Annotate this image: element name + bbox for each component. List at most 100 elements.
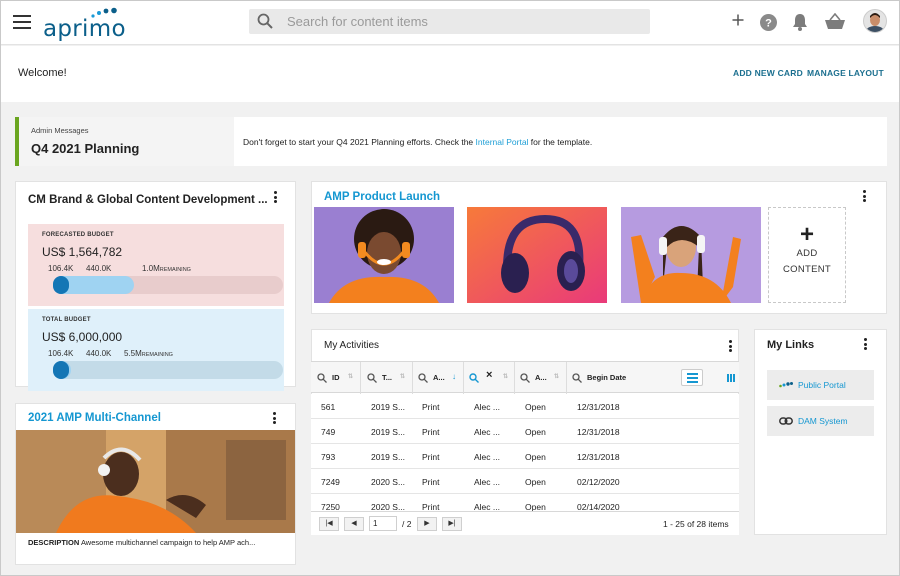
table-cell: Print xyxy=(422,502,440,511)
add-content-label-2: CONTENT xyxy=(782,264,831,275)
total-remaining: 5.5MREMAINING xyxy=(124,349,173,358)
total-progress-bar xyxy=(53,361,283,379)
column-header-begin-date[interactable]: Begin Date xyxy=(587,373,626,382)
admin-message-start: Don't forget to start your Q4 2021 Plann… xyxy=(243,137,476,147)
next-page-button[interactable]: ▶ xyxy=(417,517,437,531)
total-tick-2: 440.0K xyxy=(86,349,112,358)
sort-icon[interactable]: ⇅ xyxy=(348,373,353,380)
table-cell: 7249 xyxy=(321,477,340,487)
add-content-label-1: ADD xyxy=(796,248,818,259)
filter-search-icon[interactable] xyxy=(418,373,428,383)
column-header-id[interactable]: ID xyxy=(332,373,340,382)
previous-page-button[interactable]: ◀ xyxy=(344,517,364,531)
link-public-portal[interactable]: Public Portal xyxy=(767,370,874,400)
filter-active-icon[interactable] xyxy=(469,373,479,383)
column-header-title[interactable]: T... xyxy=(382,373,392,382)
table-cell: Alec ... xyxy=(474,427,500,437)
forecasted-tick-1: 106.4K xyxy=(48,264,74,273)
table-cell: Alec ... xyxy=(474,452,500,462)
table-cell: 2019 S... xyxy=(371,427,406,437)
table-cell: Alec ... xyxy=(474,477,500,487)
total-amount: US$ 6,000,000 xyxy=(42,330,123,344)
search-input[interactable] xyxy=(287,9,637,34)
more-options-icon[interactable] xyxy=(863,338,867,352)
table-cell: 749 xyxy=(321,427,336,437)
more-options-icon[interactable] xyxy=(728,340,732,354)
first-page-button[interactable]: |◀ xyxy=(319,517,339,531)
forecasted-tick-2: 440.0K xyxy=(86,264,112,273)
basket-icon[interactable] xyxy=(824,13,846,30)
table-row[interactable]: 561 2019 S... Print Alec ... Open 12/31/2018 xyxy=(311,394,739,419)
columns-icon[interactable] xyxy=(727,374,735,382)
filter-search-icon[interactable] xyxy=(367,373,377,383)
column-header-activity[interactable]: A... xyxy=(433,373,445,382)
help-icon[interactable]: ? xyxy=(760,14,777,31)
search-bar[interactable] xyxy=(249,9,650,34)
activities-title: My Activities xyxy=(324,340,380,351)
welcome-title: Welcome! xyxy=(18,67,67,79)
more-options-icon[interactable] xyxy=(273,191,277,205)
sort-icon[interactable]: ⇅ xyxy=(400,373,405,380)
table-row[interactable]: 793 2019 S... Print Alec ... Open 12/31/2018 xyxy=(311,444,739,469)
table-cell: Print xyxy=(422,452,440,462)
admin-message: Don't forget to start your Q4 2021 Plann… xyxy=(243,137,592,147)
admin-label: Admin Messages xyxy=(31,126,89,135)
multichannel-title[interactable]: 2021 AMP Multi-Channel xyxy=(28,412,161,424)
forecasted-caption: FORECASTED BUDGET xyxy=(42,232,114,238)
filter-search-icon[interactable] xyxy=(317,373,327,383)
multichannel-card: 2021 AMP Multi-Channel DESCRIPTION Aweso… xyxy=(15,403,296,565)
top-bar: aprimo ? xyxy=(1,1,899,45)
table-cell: Open xyxy=(525,477,546,487)
content-image-dancing-woman[interactable] xyxy=(621,207,761,303)
more-options-icon[interactable] xyxy=(862,190,866,204)
forecasted-progress-marker xyxy=(53,276,69,294)
more-options-icon[interactable] xyxy=(272,412,276,426)
manage-layout-button[interactable]: MANAGE LAYOUT xyxy=(807,68,884,78)
filter-search-icon[interactable] xyxy=(520,373,530,383)
add-new-card-button[interactable]: ADD NEW CARD xyxy=(733,68,803,78)
column-chooser-button[interactable] xyxy=(681,369,703,386)
table-cell: Print xyxy=(422,477,440,487)
page-input[interactable]: 1 xyxy=(369,516,397,531)
sort-icon[interactable]: ⇅ xyxy=(554,373,559,380)
avatar[interactable] xyxy=(863,9,887,33)
content-image-smiling-woman[interactable] xyxy=(314,207,454,303)
forecasted-progress-bar xyxy=(53,276,283,294)
grid-icon xyxy=(687,373,698,383)
add-content-button[interactable]: + ADD CONTENT xyxy=(768,207,846,303)
multichannel-description: DESCRIPTION Awesome multichannel campaig… xyxy=(28,538,255,547)
page-total: / 2 xyxy=(402,519,412,529)
plus-icon[interactable] xyxy=(732,14,744,26)
internal-portal-link[interactable]: Internal Portal xyxy=(476,137,529,147)
table-row[interactable]: 7249 2020 S... Print Alec ... Open 02/12/2020 xyxy=(311,469,739,494)
forecasted-remaining-value: 1.0M xyxy=(142,264,160,273)
total-budget: TOTAL BUDGET US$ 6,000,000 106.4K 440.0K… xyxy=(28,309,284,391)
clear-filter-icon[interactable]: × xyxy=(486,369,492,381)
total-remaining-label: REMAINING xyxy=(141,352,173,358)
table-cell: 7250 xyxy=(321,502,340,511)
table-cell: 2019 S... xyxy=(371,402,406,412)
menu-icon[interactable] xyxy=(13,15,31,29)
table-cell: Open xyxy=(525,452,546,462)
sort-icon[interactable]: ⇅ xyxy=(503,373,508,380)
multichannel-image[interactable] xyxy=(16,430,295,533)
filter-search-icon[interactable] xyxy=(572,373,582,383)
forecasted-amount: US$ 1,564,782 xyxy=(42,245,123,259)
table-cell: 2019 S... xyxy=(371,452,406,462)
content-image-headphones[interactable] xyxy=(467,207,607,303)
search-icon xyxy=(257,13,273,29)
table-row[interactable]: 749 2019 S... Print Alec ... Open 12/31/2018 xyxy=(311,419,739,444)
my-links-title: My Links xyxy=(767,339,815,351)
bell-icon[interactable] xyxy=(792,13,808,31)
total-remaining-value: 5.5M xyxy=(124,349,142,358)
table-row[interactable]: 7250 2020 S... Print Alec ... Open 02/14/2020 xyxy=(311,494,739,511)
sort-descending-icon[interactable]: ↓ xyxy=(452,372,456,381)
column-header-status[interactable]: A... xyxy=(535,373,547,382)
forecasted-budget: FORECASTED BUDGET US$ 1,564,782 106.4K 4… xyxy=(28,224,284,306)
admin-messages-card: Admin Messages Q4 2021 Planning Don't fo… xyxy=(15,117,887,166)
table-cell: 793 xyxy=(321,452,336,462)
budget-card: CM Brand & Global Content Development ..… xyxy=(15,181,296,391)
product-launch-title[interactable]: AMP Product Launch xyxy=(324,191,440,203)
last-page-button[interactable]: ▶| xyxy=(442,517,462,531)
link-dam-system[interactable]: DAM System xyxy=(767,406,874,436)
